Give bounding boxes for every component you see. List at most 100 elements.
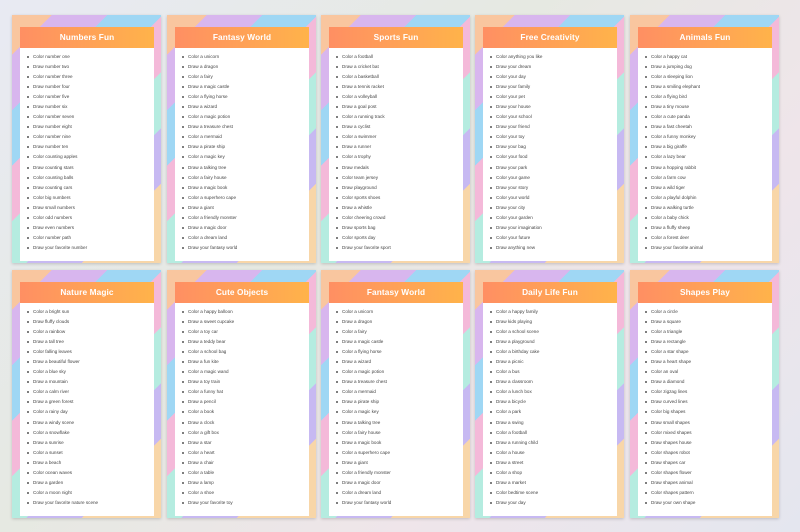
list-item: Draw a green forest xyxy=(26,397,154,407)
list-item: Color a mermaid xyxy=(181,132,309,142)
list-item: Draw a heart shape xyxy=(644,357,772,367)
list-item: Color your school xyxy=(489,112,617,122)
list-item: Draw a pirate ship xyxy=(181,142,309,152)
list-item: Draw number six xyxy=(26,102,154,112)
list-item: Draw small shapes xyxy=(644,418,772,428)
list-item: Draw a swing xyxy=(489,418,617,428)
list-item: Draw your bag xyxy=(489,142,617,152)
list-item: Color a bus xyxy=(489,367,617,377)
list-item: Color your game xyxy=(489,173,617,183)
list-item: Draw a classroom xyxy=(489,377,617,387)
list-item: Color a dream land xyxy=(181,233,309,243)
list-item: Color a magic potion xyxy=(335,367,463,377)
list-item: Draw a chair xyxy=(181,458,309,468)
list-item: Color number three xyxy=(26,72,154,82)
list-item: Draw a rectangle xyxy=(644,337,772,347)
list-item: Color a moon night xyxy=(26,488,154,498)
list-item: Color a school bag xyxy=(181,347,309,357)
list-item: Color a fairy xyxy=(181,72,309,82)
list-item: Draw a magic door xyxy=(335,478,463,488)
item-list: Color a football Draw a cricket bat Color … xyxy=(329,48,463,253)
list-item: Color a toy car xyxy=(181,327,309,337)
list-item: Draw small numbers xyxy=(26,203,154,213)
list-item: Draw counting stars xyxy=(26,163,154,173)
list-item: Color a farm cow xyxy=(644,173,772,183)
list-item: Draw a fun kite xyxy=(181,357,309,367)
list-item: Color bedtime scene xyxy=(489,488,617,498)
list-item: Color your world xyxy=(489,193,617,203)
list-item: Draw your day xyxy=(489,498,617,508)
list-item: Draw a windy scene xyxy=(26,418,154,428)
list-item: Color a friendly monster xyxy=(181,213,309,223)
list-item: Color a lazy bear xyxy=(644,152,772,162)
list-item: Color a forest deer xyxy=(644,233,772,243)
list-item: Draw a wild tiger xyxy=(644,183,772,193)
list-item: Color a dream land xyxy=(335,488,463,498)
list-item: Color number path xyxy=(26,233,154,243)
item-list: Color anything you like Draw your dream Co… xyxy=(483,48,617,253)
list-item: Draw a pirate ship xyxy=(335,397,463,407)
list-item: Color falling leaves xyxy=(26,347,154,357)
list-item: Color zigzag lines xyxy=(644,387,772,397)
list-item: Color a calm river xyxy=(26,387,154,397)
list-item: Color a playful dolphin xyxy=(644,193,772,203)
list-item: Color a cute panda xyxy=(644,112,772,122)
list-item: Color a unicorn xyxy=(335,307,463,317)
list-item: Draw shapes animal xyxy=(644,478,772,488)
list-item: Draw a star xyxy=(181,438,309,448)
card-title: Animals Fun xyxy=(638,27,772,48)
list-item: Draw counting cars xyxy=(26,183,154,193)
worksheet-card: Cute Objects Color a happy balloon Draw a… xyxy=(167,270,316,518)
list-item: Color a star shape xyxy=(644,347,772,357)
card-title: Fantasy World xyxy=(175,27,309,48)
list-item: Color a magic key xyxy=(181,152,309,162)
list-item: Color a flying horse xyxy=(335,347,463,357)
list-item: Color a basketball xyxy=(335,72,463,82)
list-item: Color big numbers xyxy=(26,193,154,203)
list-item: Draw your own shape xyxy=(644,498,772,508)
list-item: Color a rainbow xyxy=(26,327,154,337)
list-item: Draw a goal post xyxy=(335,102,463,112)
card-title: Daily Life Fun xyxy=(483,282,617,303)
list-item: Draw a jumping dog xyxy=(644,62,772,72)
list-item: Draw number eight xyxy=(26,122,154,132)
list-item: Color a snowflake xyxy=(26,428,154,438)
card-body: Daily Life Fun Color a happy family Draw … xyxy=(483,282,617,516)
list-item: Color a superhero cape xyxy=(335,448,463,458)
card-body: Numbers Fun Color number one Draw number … xyxy=(20,27,154,261)
list-item: Color a football xyxy=(335,52,463,62)
list-item: Color a shoe xyxy=(181,488,309,498)
list-item: Color anything you like xyxy=(489,52,617,62)
card-body: Sports Fun Color a football Draw a cricke… xyxy=(329,27,463,261)
list-item: Color a funny hat xyxy=(181,387,309,397)
list-item: Draw a teddy bear xyxy=(181,337,309,347)
worksheet-card: Animals Fun Color a happy cat Draw a jump… xyxy=(630,15,779,263)
list-item: Draw a fast cheetah xyxy=(644,122,772,132)
list-item: Draw your family xyxy=(489,82,617,92)
list-item: Color a heart xyxy=(181,448,309,458)
card-body: Fantasy World Color a unicorn Draw a drag… xyxy=(329,282,463,516)
list-item: Draw sports bag xyxy=(335,223,463,233)
list-item: Color odd numbers xyxy=(26,213,154,223)
item-list: Color a unicorn Draw a dragon Color a fair… xyxy=(175,48,309,253)
list-item: Color your future xyxy=(489,233,617,243)
list-item: Color a magic key xyxy=(335,407,463,417)
list-item: Color a mermaid xyxy=(335,387,463,397)
list-item: Color a baby chick xyxy=(644,213,772,223)
list-item: Color sports day xyxy=(335,233,463,243)
list-item: Color a sunset xyxy=(26,448,154,458)
list-item: Draw a tall tree xyxy=(26,337,154,347)
list-item: Draw a cricket bat xyxy=(335,62,463,72)
list-item: Draw a giant xyxy=(181,203,309,213)
card-body: Cute Objects Color a happy balloon Draw a… xyxy=(175,282,309,516)
list-item: Color team jersey xyxy=(335,173,463,183)
list-item: Draw shapes house xyxy=(644,438,772,448)
list-item: Draw a smiling elephant xyxy=(644,82,772,92)
list-item: Color a swimmer xyxy=(335,132,463,142)
list-item: Draw your dream xyxy=(489,62,617,72)
list-item: Draw a lamp xyxy=(181,478,309,488)
list-item: Draw a giant xyxy=(335,458,463,468)
list-item: Draw a dragon xyxy=(181,62,309,72)
list-item: Draw a beautiful flower xyxy=(26,357,154,367)
worksheet-card: Nature Magic Color a bright sun Draw fluf… xyxy=(12,270,161,518)
